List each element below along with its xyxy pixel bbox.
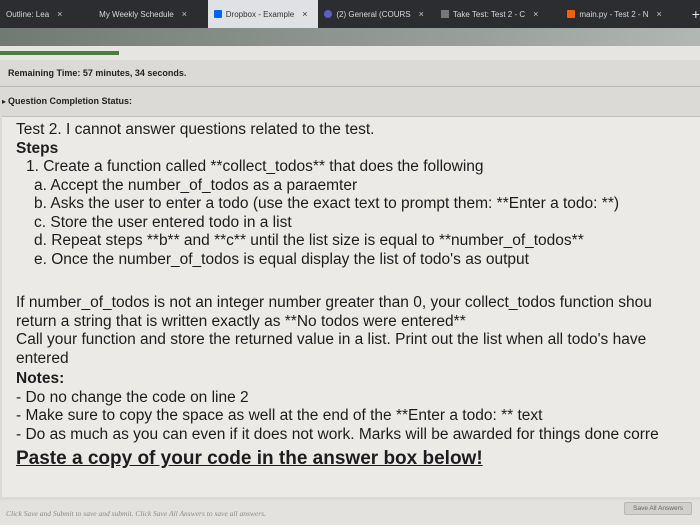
tab-main-py[interactable]: main.py - Test 2 - N × <box>561 0 683 28</box>
completion-status[interactable]: ▸ Question Completion Status: <box>2 96 132 106</box>
save-all-answers-button[interactable]: Save All Answers <box>624 502 692 515</box>
tab-dropbox[interactable]: Dropbox - Example × <box>207 0 319 28</box>
address-bar-area <box>0 28 700 46</box>
progress-fill <box>0 51 119 55</box>
blackboard-icon <box>440 10 449 18</box>
question-text: Test 2. I cannot answer questions relate… <box>16 121 700 471</box>
dropbox-icon <box>213 10 222 18</box>
test-progress-bar <box>0 46 700 60</box>
tab-outline[interactable]: Outline: Lea × <box>0 0 71 28</box>
close-icon[interactable]: × <box>533 9 538 19</box>
notes-heading: Notes: <box>16 370 65 387</box>
tab-label: Dropbox - Example <box>225 9 295 19</box>
tab-label: Outline: Lea <box>6 9 50 19</box>
collapse-caret-icon: ▸ <box>2 97 7 106</box>
browser-tab-strip: Outline: Lea × My Weekly Schedule × Drop… <box>0 0 700 28</box>
note-item: - Do no change the code on line 2 <box>16 388 249 406</box>
new-tab-button[interactable]: + <box>692 6 700 22</box>
tab-teams-general[interactable]: (2) General (COURS × <box>318 0 435 28</box>
close-icon[interactable]: × <box>57 9 62 19</box>
tab-weekly-schedule[interactable]: My Weekly Schedule × <box>71 0 208 28</box>
note-item: - Make sure to copy the space as well at… <box>16 407 543 424</box>
remaining-time: Remaining Time: 57 minutes, 34 seconds. <box>8 68 187 78</box>
tab-take-test[interactable]: Take Test: Test 2 - C × <box>435 0 561 28</box>
question-intro: Test 2. I cannot answer questions relate… <box>16 121 375 138</box>
paragraph-line: If number_of_todos is not an integer num… <box>16 294 652 311</box>
tab-label: main.py - Test 2 - N <box>579 9 649 19</box>
step-1: 1. Create a function called **collect_to… <box>26 158 484 175</box>
step-1a: a. Accept the number_of_todos as a parae… <box>34 176 358 194</box>
steps-heading: Steps <box>16 139 59 157</box>
close-icon[interactable]: × <box>657 9 662 19</box>
question-panel: Test 2. I cannot answer questions relate… <box>2 116 700 497</box>
paragraph-line: entered <box>16 349 69 367</box>
close-icon[interactable]: × <box>182 9 187 19</box>
replit-icon <box>567 10 576 18</box>
step-1c: c. Store the user entered todo in a list <box>34 213 292 231</box>
footer-hint: Click Save and Submit to save and submit… <box>6 509 266 518</box>
teams-icon <box>324 10 333 18</box>
divider <box>0 86 700 87</box>
tab-label: My Weekly Schedule <box>99 9 174 19</box>
paragraph-line: Call your function and store the returne… <box>16 331 647 348</box>
completion-status-label: Question Completion Status: <box>8 96 133 106</box>
close-icon[interactable]: × <box>419 9 424 19</box>
paste-instruction: Paste a copy of your code in the answer … <box>16 448 483 469</box>
step-1d: d. Repeat steps **b** and **c** until th… <box>34 232 584 249</box>
footer-bar: Click Save and Submit to save and submit… <box>0 500 700 525</box>
step-1e: e. Once the number_of_todos is equal dis… <box>34 250 529 268</box>
tab-label: Take Test: Test 2 - C <box>452 9 526 19</box>
paragraph-line: return a string that is written exactly … <box>16 312 466 330</box>
close-icon[interactable]: × <box>302 9 307 19</box>
tab-label: (2) General (COURS <box>336 9 411 19</box>
step-1b: b. Asks the user to enter a todo (use th… <box>34 195 620 212</box>
note-item: - Do as much as you can even if it does … <box>16 425 659 443</box>
